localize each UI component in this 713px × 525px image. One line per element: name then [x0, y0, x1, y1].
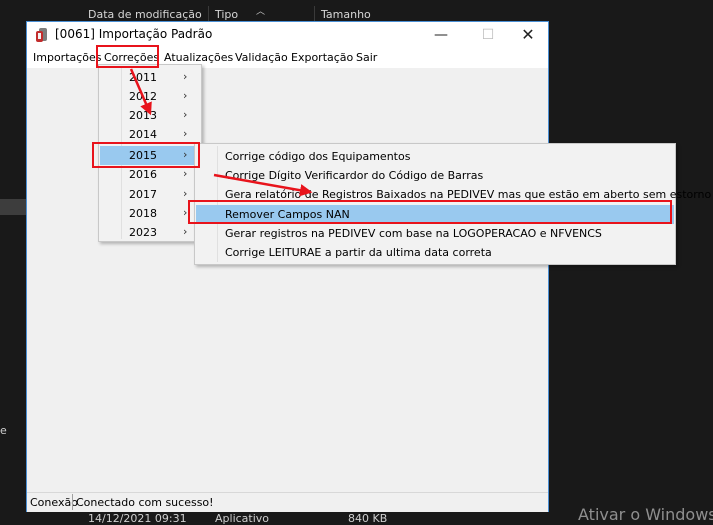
menu-item-2012[interactable]: 2012 ›	[100, 87, 200, 106]
year-label: 2023	[129, 226, 157, 239]
title-bar[interactable]: [0061] Importação Padrão — ☐ ✕	[27, 22, 548, 48]
year-label: 2015	[129, 149, 157, 162]
status-label: Conexão	[30, 496, 78, 509]
file-type: Aplicativo	[215, 512, 270, 525]
menu-atualizacoes[interactable]: Atualizações	[164, 51, 233, 64]
year-label: 2016	[129, 168, 157, 181]
menu-item-remover-campos-nan[interactable]: Remover Campos NAN	[196, 205, 674, 224]
menu-item-gera-relatorio[interactable]: Gera relatório de Registros Baixados na …	[196, 185, 711, 204]
menu-item-corrige-digito[interactable]: Corrige Dígito Verificardor do Código de…	[196, 166, 674, 185]
status-bar: Conexão Conectado com sucesso!	[27, 492, 548, 512]
maximize-button[interactable]: ☐	[468, 22, 508, 48]
file-size: 840 KB	[348, 512, 388, 525]
menu-item-2023[interactable]: 2023 ›	[100, 223, 200, 242]
activate-windows-watermark: Ativar o Windows	[578, 505, 713, 524]
years-submenu: 2011 › 2012 › 2013 › 2014 › 2015 › 2016 …	[98, 64, 202, 242]
option-label: Corrige LEITURAE a partir da ultima data…	[225, 246, 492, 259]
option-label: Corrige código dos Equipamentos	[225, 150, 411, 163]
menu-validacao[interactable]: Validação	[235, 51, 288, 64]
close-button[interactable]: ✕	[508, 22, 548, 48]
explorer-left-text: e	[0, 424, 7, 437]
year-label: 2013	[129, 109, 157, 122]
year-label: 2017	[129, 188, 157, 201]
chevron-right-icon: ›	[183, 127, 188, 140]
file-date: 14/12/2021 09:31	[88, 512, 187, 525]
menu-item-corrige-leiturae[interactable]: Corrige LEITURAE a partir da ultima data…	[196, 243, 674, 262]
year-label: 2014	[129, 128, 157, 141]
year-label: 2011	[129, 71, 157, 84]
chevron-right-icon: ›	[183, 148, 188, 161]
menu-item-2014[interactable]: 2014 ›	[100, 125, 200, 144]
menu-item-2016[interactable]: 2016 ›	[100, 165, 200, 184]
chevron-right-icon: ›	[183, 167, 188, 180]
menu-item-2013[interactable]: 2013 ›	[100, 106, 200, 125]
sort-chevron-icon: ︿	[256, 7, 266, 17]
year-label: 2012	[129, 90, 157, 103]
chevron-right-icon: ›	[183, 187, 188, 200]
chevron-right-icon: ›	[183, 108, 188, 121]
menu-item-corrige-equipamentos[interactable]: Corrige código dos Equipamentos	[196, 147, 674, 166]
status-value: Conectado com sucesso!	[76, 496, 214, 509]
chevron-right-icon: ›	[183, 225, 188, 238]
menu-item-2011[interactable]: 2011 ›	[100, 68, 200, 87]
explorer-selected-row[interactable]	[0, 199, 27, 215]
app-icon	[35, 27, 49, 43]
chevron-right-icon: ›	[183, 70, 188, 83]
menu-sair[interactable]: Sair	[356, 51, 377, 64]
menu-item-2018[interactable]: 2018 ›	[100, 204, 200, 223]
menu-item-2015[interactable]: 2015 ›	[100, 146, 200, 165]
window-title: [0061] Importação Padrão	[55, 27, 213, 41]
menu-correcoes[interactable]: Correções	[104, 51, 159, 64]
menu-item-gerar-registros[interactable]: Gerar registros na PEDIVEV com base na L…	[196, 224, 674, 243]
year-label: 2018	[129, 207, 157, 220]
option-label: Corrige Dígito Verificardor do Código de…	[225, 169, 484, 182]
menu-importacoes[interactable]: Importações	[33, 51, 102, 64]
chevron-right-icon: ›	[183, 89, 188, 102]
option-label: Gera relatório de Registros Baixados na …	[225, 188, 712, 201]
status-divider	[72, 494, 73, 510]
option-label: Remover Campos NAN	[225, 208, 350, 221]
minimize-button[interactable]: —	[421, 22, 461, 48]
menu-exportacao[interactable]: Exportação	[291, 51, 353, 64]
chevron-right-icon: ›	[183, 206, 188, 219]
corrections-2015-submenu: Corrige código dos Equipamentos Corrige …	[194, 143, 711, 265]
menu-item-2017[interactable]: 2017 ›	[100, 185, 200, 204]
option-label: Gerar registros na PEDIVEV com base na L…	[225, 227, 602, 240]
